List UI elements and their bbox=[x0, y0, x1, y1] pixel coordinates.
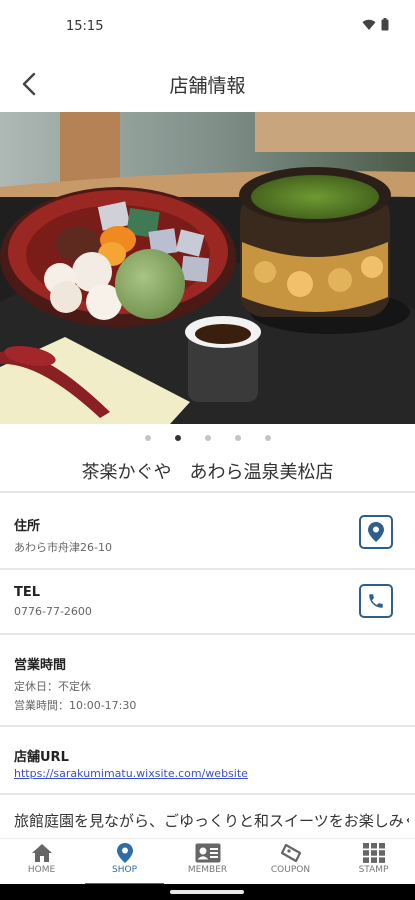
address-label: 住所 bbox=[14, 519, 41, 534]
shop-photo-carousel[interactable] bbox=[0, 112, 415, 424]
tel-label: TEL bbox=[14, 585, 41, 600]
nav-home[interactable]: HOME bbox=[0, 839, 83, 885]
bottom-nav: HOME SHOP MEMBER COUPON STAMP bbox=[0, 838, 415, 885]
carousel-dot-active[interactable] bbox=[174, 435, 181, 441]
tel-value: 0776-77-2600 bbox=[14, 605, 92, 618]
home-indicator[interactable] bbox=[170, 890, 244, 894]
carousel-dot[interactable] bbox=[264, 435, 271, 441]
hours-label: 営業時間 bbox=[14, 658, 67, 673]
stamp-grid-icon bbox=[362, 843, 385, 863]
carousel-dot[interactable] bbox=[234, 435, 241, 441]
divider bbox=[0, 491, 415, 493]
nav-shop-label: SHOP bbox=[112, 865, 137, 875]
divider bbox=[0, 725, 415, 727]
carousel-dot[interactable] bbox=[144, 435, 151, 441]
address-value: あわら市舟津26-10 bbox=[14, 541, 112, 554]
nav-member-label: MEMBER bbox=[187, 865, 228, 875]
opening-hours: 営業時間：10:00-17:30 bbox=[14, 699, 137, 712]
location-pin-icon bbox=[116, 843, 133, 863]
status-time: 15:15 bbox=[66, 19, 104, 34]
url-label: 店舗URL bbox=[14, 750, 69, 765]
divider bbox=[0, 793, 415, 795]
status-bar: 15:15 bbox=[0, 0, 415, 56]
nav-home-label: HOME bbox=[27, 865, 56, 875]
coupon-ticket-icon bbox=[280, 843, 301, 863]
carousel-indicator bbox=[0, 430, 415, 446]
phone-icon bbox=[369, 594, 383, 608]
divider bbox=[0, 633, 415, 635]
status-icons bbox=[362, 18, 389, 31]
system-nav-bar bbox=[0, 884, 415, 900]
call-button[interactable] bbox=[359, 584, 393, 618]
member-card-icon bbox=[195, 843, 220, 863]
divider bbox=[0, 568, 415, 570]
nav-stamp-label: STAMP bbox=[358, 865, 389, 875]
carousel-dot[interactable] bbox=[204, 435, 211, 441]
home-icon bbox=[31, 844, 52, 862]
wifi-icon bbox=[362, 19, 376, 30]
shop-url-link[interactable]: https://sarakumimatu.wixsite.com/website bbox=[14, 767, 248, 780]
map-button[interactable] bbox=[359, 515, 393, 549]
page-title: 店舗情報 bbox=[169, 75, 246, 97]
nav-shop[interactable]: SHOP bbox=[83, 839, 166, 885]
shop-name: 茶楽かぐや あわら温泉美松店 bbox=[81, 462, 334, 483]
nav-stamp[interactable]: STAMP bbox=[332, 839, 415, 885]
location-pin-icon bbox=[368, 522, 384, 542]
closed-days: 定休日：不定休 bbox=[14, 680, 91, 693]
app-header: 店舗情報 bbox=[0, 56, 415, 112]
nav-coupon[interactable]: COUPON bbox=[249, 839, 332, 885]
shop-description: 旅館庭園を見ながら、ごゆっくりと和スイーツをお楽しみください bbox=[14, 812, 409, 830]
nav-member[interactable]: MEMBER bbox=[166, 839, 249, 885]
shop-photo bbox=[0, 112, 415, 424]
battery-icon bbox=[381, 18, 389, 31]
nav-coupon-label: COUPON bbox=[270, 865, 311, 875]
